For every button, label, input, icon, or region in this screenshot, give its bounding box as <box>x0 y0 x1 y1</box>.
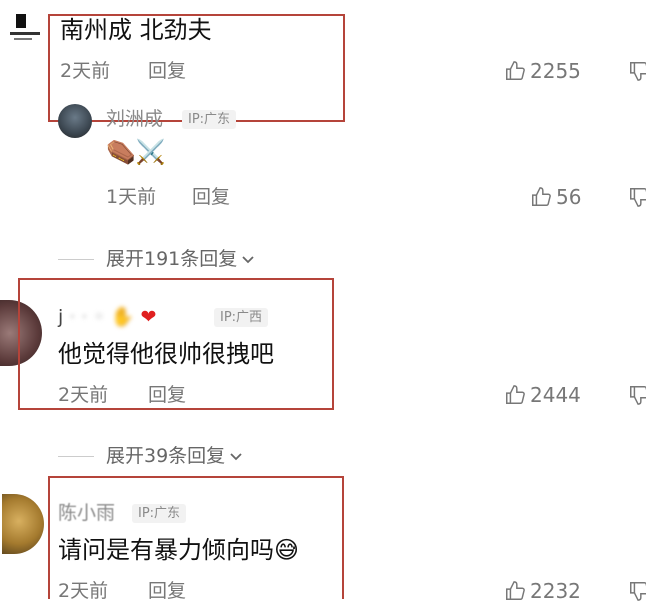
dislike-button[interactable] <box>628 186 646 212</box>
expand-replies-button[interactable]: 展开191条回复 <box>58 250 255 269</box>
chevron-down-icon <box>230 452 242 460</box>
thumbs-down-icon <box>630 386 646 405</box>
expand-replies-button[interactable]: 展开39条回复 <box>58 447 243 466</box>
like-count: 2255 <box>530 59 581 83</box>
comment-emojis: ⚰️⚔️ <box>106 138 166 166</box>
like-button[interactable]: 2255 <box>504 60 581 82</box>
thumbs-up-icon <box>532 187 551 206</box>
like-count: 2232 <box>530 579 581 603</box>
username[interactable]: 刘洲成 <box>106 110 163 129</box>
like-button[interactable]: 2444 <box>504 384 581 406</box>
like-button[interactable]: 56 <box>530 186 581 208</box>
dislike-button[interactable] <box>628 580 646 606</box>
divider-line <box>58 259 94 260</box>
like-count: 2444 <box>530 383 581 407</box>
expand-label: 展开39条回复 <box>106 445 226 467</box>
avatar[interactable] <box>8 14 42 48</box>
divider-line <box>58 456 94 457</box>
highlight-box <box>18 278 334 410</box>
thumbs-down-icon <box>630 62 646 81</box>
avatar[interactable] <box>2 494 44 554</box>
chevron-down-icon <box>242 255 254 263</box>
reply-button[interactable]: 回复 <box>192 188 230 207</box>
expand-label: 展开191条回复 <box>106 248 238 270</box>
like-count: 56 <box>556 185 582 209</box>
ip-badge: IP:广东 <box>182 110 237 129</box>
dislike-button[interactable] <box>628 384 646 410</box>
dislike-button[interactable] <box>628 60 646 86</box>
thumbs-up-icon <box>506 61 525 80</box>
highlight-box <box>48 476 344 599</box>
avatar[interactable] <box>58 104 92 138</box>
comment-time: 1天前 <box>106 186 157 208</box>
thumbs-up-icon <box>506 385 525 404</box>
highlight-box <box>48 14 345 122</box>
thumbs-down-icon <box>630 188 646 207</box>
